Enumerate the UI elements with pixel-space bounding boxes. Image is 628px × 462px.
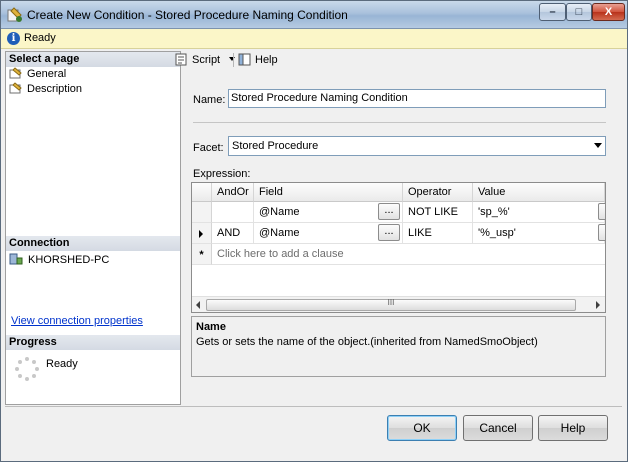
value-text: 'sp_%' — [478, 206, 510, 218]
horizontal-scrollbar[interactable]: III — [192, 296, 605, 312]
scroll-grip: III — [387, 298, 395, 307]
column-header-operator[interactable]: Operator — [403, 183, 473, 202]
facet-value: Stored Procedure — [232, 140, 319, 152]
close-icon: X — [604, 6, 613, 18]
description-text: Gets or sets the name of the object.(inh… — [196, 336, 538, 348]
ok-button[interactable]: OK — [387, 415, 457, 441]
cancel-button[interactable]: Cancel — [463, 415, 533, 441]
scroll-right-icon[interactable] — [596, 301, 600, 309]
description-title: Name — [196, 321, 226, 333]
value-text: '%_usp' — [478, 227, 516, 239]
field-ellipsis-button[interactable]: ... — [378, 224, 400, 241]
scroll-left-icon[interactable] — [196, 301, 200, 309]
status-text: Ready — [24, 32, 56, 44]
facet-label: Facet: — [193, 142, 224, 154]
window-title: Create New Condition - Stored Procedure … — [27, 8, 348, 22]
cell-value[interactable]: '%_usp' — [473, 223, 605, 244]
minimize-icon: – — [549, 6, 556, 18]
progress-header: Progress — [6, 335, 180, 350]
help-button[interactable]: Help — [538, 415, 608, 441]
facet-select[interactable]: Stored Procedure — [228, 136, 606, 156]
grid-corner-header — [192, 183, 212, 202]
maximize-icon: □ — [575, 6, 583, 18]
progress-status: Ready — [46, 358, 78, 370]
close-button[interactable]: X — [592, 3, 625, 21]
expression-grid: AndOr Field Operator Value @Name ... NOT… — [191, 182, 606, 313]
field-value: @Name — [259, 227, 300, 239]
script-icon — [175, 53, 189, 66]
page-label: General — [27, 68, 67, 80]
script-button[interactable]: Script — [175, 53, 236, 67]
cell-operator[interactable]: LIKE — [403, 223, 473, 244]
dialog-window: Create New Condition - Stored Procedure … — [0, 0, 628, 462]
title-bar[interactable]: Create New Condition - Stored Procedure … — [1, 1, 627, 29]
column-header-field[interactable]: Field — [254, 183, 403, 202]
connection-header: Connection — [6, 236, 180, 251]
view-connection-properties-link[interactable]: View connection properties — [11, 315, 143, 327]
current-row-arrow-icon — [199, 230, 203, 238]
column-header-value[interactable]: Value — [473, 183, 605, 202]
page-item-general[interactable]: General — [9, 67, 66, 82]
value-ellipsis-button[interactable] — [598, 203, 605, 220]
server-icon — [9, 253, 23, 265]
description-panel: Name Gets or sets the name of the object… — [191, 316, 606, 377]
maximize-button[interactable]: □ — [566, 3, 592, 21]
add-clause-row[interactable]: Click here to add a clause — [212, 244, 605, 265]
chevron-down-icon — [594, 143, 602, 148]
divider — [193, 122, 606, 123]
page-item-description[interactable]: Description — [9, 82, 82, 97]
cell-andor[interactable] — [212, 202, 254, 223]
page-icon — [9, 67, 23, 79]
progress-spinner-icon — [15, 357, 39, 381]
page-icon — [9, 82, 23, 94]
field-ellipsis-button[interactable]: ... — [378, 203, 400, 220]
info-icon: i — [7, 32, 20, 45]
row-header[interactable] — [192, 223, 212, 244]
toolbar-separator — [233, 53, 234, 67]
name-label: Name: — [193, 94, 226, 106]
left-pane: Select a page General Description Connec… — [5, 51, 181, 405]
page-label: Description — [27, 83, 83, 95]
field-value: @Name — [259, 206, 300, 218]
cell-value[interactable]: 'sp_%' — [473, 202, 605, 223]
select-page-header: Select a page — [6, 52, 180, 67]
help-toolbar-button[interactable]: Help — [238, 53, 278, 67]
script-label: Script — [192, 54, 221, 66]
name-input[interactable]: Stored Procedure Naming Condition — [228, 89, 606, 108]
minimize-button[interactable]: – — [539, 3, 566, 21]
connection-server: KHORSHED-PC — [9, 253, 109, 268]
new-row-marker[interactable]: * — [192, 244, 212, 265]
value-ellipsis-button[interactable] — [598, 224, 605, 241]
status-strip: i Ready — [1, 29, 627, 49]
server-name: KHORSHED-PC — [28, 254, 110, 266]
row-header[interactable] — [192, 202, 212, 223]
footer-divider — [5, 406, 622, 407]
column-header-andor[interactable]: AndOr — [212, 183, 254, 202]
help-label: Help — [255, 54, 278, 66]
expression-label: Expression: — [193, 168, 251, 180]
cell-field[interactable]: @Name ... — [254, 223, 403, 244]
help-icon — [238, 53, 252, 66]
condition-app-icon — [7, 7, 22, 22]
scrollbar-thumb[interactable]: III — [206, 298, 576, 311]
cell-andor[interactable]: AND — [212, 223, 254, 244]
cell-operator[interactable]: NOT LIKE — [403, 202, 473, 223]
cell-field[interactable]: @Name ... — [254, 202, 403, 223]
